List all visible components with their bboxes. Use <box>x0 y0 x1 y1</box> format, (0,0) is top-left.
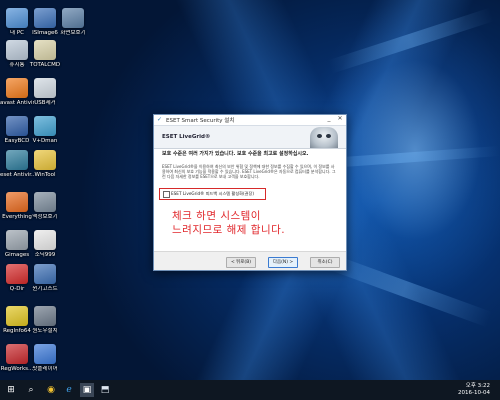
desktop-icon[interactable]: 윈기고스트 <box>28 264 62 293</box>
desktop-icon-image[interactable] <box>34 150 56 170</box>
annotation-line-2: 느려지므로 해제 합니다. <box>172 224 286 236</box>
desktop-icon-label[interactable]: 액정보호기 <box>28 214 62 221</box>
livegrid-checkbox-row[interactable]: ESET LiveGrid® 피드백 시스템 활성화(권장) <box>159 188 266 200</box>
livegrid-description: ESET LiveGrid®을 이용하여 최신의 보안 위협 및 정책에 대한 … <box>162 164 336 180</box>
desktop-icon-label[interactable]: TOTALCMD <box>28 62 62 69</box>
desktop-icon-image[interactable] <box>34 40 56 60</box>
desktop-icon-label[interactable]: USB제거 <box>28 100 62 107</box>
desktop-icon-image[interactable] <box>6 344 28 364</box>
desktop-icon-image[interactable] <box>6 116 28 136</box>
dialog-header-title: ESET LiveGrid® <box>162 134 211 140</box>
annotation-note: 체크 하면 시스템이 느려지므로 해제 합니다. <box>172 209 285 237</box>
clock-time: 오후 3:22 <box>465 383 490 389</box>
start-button[interactable]: ⊞ <box>4 383 18 397</box>
desktop-icon-image[interactable] <box>62 8 84 28</box>
desktop-icon[interactable]: USB제거 <box>28 78 62 107</box>
desktop-icon-label[interactable]: 화면보호기 <box>56 30 90 37</box>
dialog-titlebar: ✓ ESET Smart Security 설치 _ ✕ <box>154 115 346 126</box>
desktop-icon[interactable]: WinTool <box>28 150 62 179</box>
desktop-icon-image[interactable] <box>6 8 28 28</box>
desktop-icon-image[interactable] <box>34 192 56 212</box>
livegrid-checkbox-label[interactable]: ESET LiveGrid® 피드백 시스템 활성화(권장) <box>171 191 254 197</box>
eset-app-icon: ✓ <box>157 116 163 123</box>
taskbar: ⊞ ⌕ ◉ ℯ ▣ ⬒ 오후 3:22 2016-10-04 <box>0 380 500 400</box>
taskbar-app-icon[interactable]: ▣ <box>80 383 94 397</box>
desktop-icon-image[interactable] <box>6 78 28 98</box>
cancel-button[interactable]: 취소(C) <box>310 257 340 268</box>
desktop-icon-label[interactable]: 소닉999 <box>28 252 62 259</box>
desktop-icon-image[interactable] <box>34 306 56 326</box>
dialog-header: ESET LiveGrid® <box>154 126 346 149</box>
desktop-icon-image[interactable] <box>34 116 56 136</box>
desktop-icon-image[interactable] <box>34 230 56 250</box>
desktop-icon-image[interactable] <box>6 306 28 326</box>
system-clock: 오후 3:22 2016-10-04 <box>458 383 490 397</box>
close-button[interactable]: ✕ <box>335 115 345 122</box>
annotation-line-1: 체크 하면 시스템이 <box>172 210 261 222</box>
desktop-icon-label[interactable]: 팟플레이어 <box>28 366 62 373</box>
desktop-icon-image[interactable] <box>6 192 28 212</box>
installer-dialog: ✓ ESET Smart Security 설치 _ ✕ ESET LiveGr… <box>153 114 347 271</box>
next-button[interactable]: 다음(N) > <box>268 257 298 268</box>
desktop-icon-label[interactable]: WinTool <box>28 172 62 179</box>
desktop-icon-image[interactable] <box>6 230 28 250</box>
desktop-icon-label[interactable]: 원도우설치 <box>28 328 62 335</box>
desktop-wallpaper: 내 PC ISImage6 화면보호기 휴지통 TOTALCMD avast Antivi… <box>0 0 500 380</box>
protection-heading: 보호 수준은 여러 가지가 있습니다. 보호 수준을 최고로 설정하십시오. <box>162 151 309 157</box>
dialog-button-bar: < 뒤로(B) 다음(N) > 취소(C) <box>154 251 346 270</box>
minimize-button[interactable]: _ <box>324 115 334 122</box>
desktop-icon-image[interactable] <box>34 78 56 98</box>
desktop-icon[interactable]: 화면보호기 <box>56 8 90 37</box>
desktop-icon-image[interactable] <box>34 8 56 28</box>
dialog-body: 보호 수준은 여러 가지가 있습니다. 보호 수준을 최고로 설정하십시오. E… <box>162 151 338 180</box>
desktop-icon[interactable]: V+Dman <box>28 116 62 145</box>
desktop-icon-image[interactable] <box>6 40 28 60</box>
desktop-icon-label[interactable]: 윈기고스트 <box>28 286 62 293</box>
desktop-icon[interactable]: 액정보호기 <box>28 192 62 221</box>
desktop-icon-image[interactable] <box>34 264 56 284</box>
search-icon[interactable]: ⌕ <box>24 383 38 397</box>
desktop-icon[interactable]: TOTALCMD <box>28 40 62 69</box>
desktop-icon-image[interactable] <box>6 150 28 170</box>
edge-icon[interactable]: ℯ <box>62 383 76 397</box>
back-button[interactable]: < 뒤로(B) <box>226 257 256 268</box>
desktop-icon-image[interactable] <box>6 264 28 284</box>
installer-taskbar-icon[interactable]: ⬒ <box>98 383 112 397</box>
eset-robot-logo <box>310 127 338 148</box>
desktop-icon[interactable]: 원도우설치 <box>28 306 62 335</box>
livegrid-checkbox[interactable] <box>163 191 170 198</box>
desktop-icon[interactable]: 팟플레이어 <box>28 344 62 373</box>
desktop-icon[interactable]: 소닉999 <box>28 230 62 259</box>
clock-date: 2016-10-04 <box>458 390 490 396</box>
desktop-icon-label[interactable]: V+Dman <box>28 138 62 145</box>
chrome-icon[interactable]: ◉ <box>44 383 58 397</box>
dialog-title: ESET Smart Security 설치 <box>166 118 235 124</box>
desktop-icon-image[interactable] <box>34 344 56 364</box>
